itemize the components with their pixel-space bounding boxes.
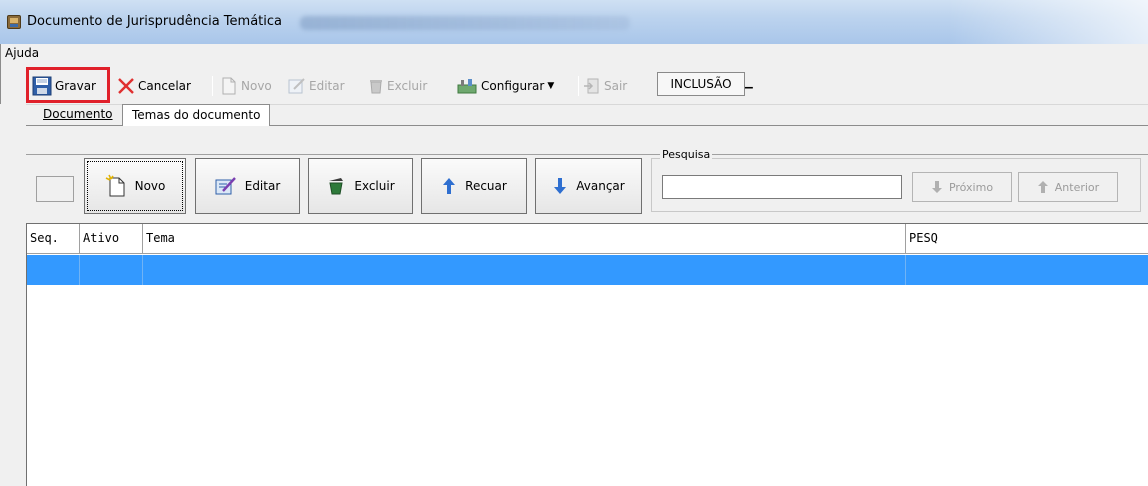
editar-tema-label: Editar (244, 179, 281, 193)
toolbar-separator (212, 76, 213, 96)
excluir-tema-button[interactable]: Excluir (308, 158, 413, 214)
mode-caret-icon: ▁ (745, 78, 753, 89)
main-toolbar: Gravar Cancelar Novo Editar Excluir Conf… (0, 63, 1148, 105)
edit-icon (288, 78, 305, 94)
anterior-button[interactable]: Anterior (1018, 172, 1118, 202)
window-title: Documento de Jurisprudência Temática (27, 14, 282, 29)
table-row[interactable] (27, 255, 1148, 285)
cancelar-label: Cancelar (138, 79, 191, 93)
toolbar-separator (578, 76, 579, 96)
search-input[interactable] (662, 175, 902, 199)
new-document-icon (105, 174, 125, 197)
proximo-button[interactable]: Próximo (912, 172, 1012, 202)
delete-trash-icon (329, 178, 344, 195)
menu-ajuda[interactable]: Ajuda (5, 46, 39, 60)
novo-label: Novo (241, 79, 272, 93)
arrow-up-icon (1037, 181, 1048, 193)
cancel-x-icon (118, 78, 134, 94)
excluir-button[interactable]: Excluir (368, 75, 427, 97)
menu-bar: Ajuda (0, 44, 1148, 63)
grid-header: Seq. Ativo Tema PESQ (27, 224, 1148, 254)
mode-indicator: INCLUSÃO (657, 72, 745, 96)
avancar-label: Avançar (576, 179, 625, 193)
recuar-label: Recuar (465, 179, 507, 193)
arrow-down-icon (931, 181, 942, 193)
sair-label: Sair (604, 79, 628, 93)
search-legend: Pesquisa (660, 148, 713, 161)
novo-tema-button[interactable]: Novo (84, 158, 186, 214)
tab-strip: Documento Temas do documento (26, 104, 1148, 127)
editar-tema-button[interactable]: Editar (195, 158, 300, 214)
temas-grid[interactable]: Seq. Ativo Tema PESQ (26, 223, 1148, 486)
arrow-up-icon (443, 178, 456, 194)
edit-icon (215, 177, 236, 195)
exit-door-icon (584, 78, 599, 94)
sair-button[interactable]: Sair (583, 75, 627, 97)
column-header-pesq[interactable]: PESQ (906, 224, 1148, 254)
excluir-label: Excluir (387, 79, 428, 93)
proximo-label: Próximo (948, 180, 994, 194)
tab-temas-do-documento[interactable]: Temas do documento (122, 104, 271, 127)
novo-tema-label: Novo (134, 179, 166, 193)
anterior-label: Anterior (1054, 180, 1100, 194)
cell-tema (143, 255, 906, 285)
blurred-title-region (300, 16, 630, 30)
column-header-ativo[interactable]: Ativo (80, 224, 143, 254)
titlebar-glow (948, 0, 1148, 44)
cell-seq (27, 255, 80, 285)
application-window: Documento de Jurisprudência Temática Aju… (0, 0, 1148, 486)
left-strip (0, 104, 26, 486)
column-header-tema[interactable]: Tema (143, 224, 906, 254)
editar-label: Editar (309, 79, 345, 93)
recuar-button[interactable]: Recuar (421, 158, 527, 214)
cancelar-button[interactable]: Cancelar (117, 75, 191, 97)
excluir-tema-label: Excluir (354, 179, 395, 193)
cell-ativo (80, 255, 143, 285)
editar-button[interactable]: Editar (288, 75, 345, 97)
delete-icon (370, 80, 382, 94)
column-header-seq[interactable]: Seq. (27, 224, 80, 254)
chevron-down-icon: ▼ (547, 81, 555, 91)
gravar-highlight-box (26, 67, 110, 103)
app-icon (7, 15, 21, 29)
arrow-down-icon (554, 178, 567, 194)
novo-button[interactable]: Novo (220, 75, 272, 97)
record-indicator-box (36, 176, 74, 202)
cell-pesq (906, 255, 1148, 285)
new-document-icon (222, 77, 236, 95)
title-bar: Documento de Jurisprudência Temática (0, 0, 1148, 44)
configurar-label: Configurar (481, 79, 545, 93)
configurar-button[interactable]: Configurar ▼ (456, 75, 554, 97)
tab-documento[interactable]: Documento (34, 104, 122, 126)
configure-tools-icon (457, 79, 477, 94)
avancar-button[interactable]: Avançar (535, 158, 642, 214)
